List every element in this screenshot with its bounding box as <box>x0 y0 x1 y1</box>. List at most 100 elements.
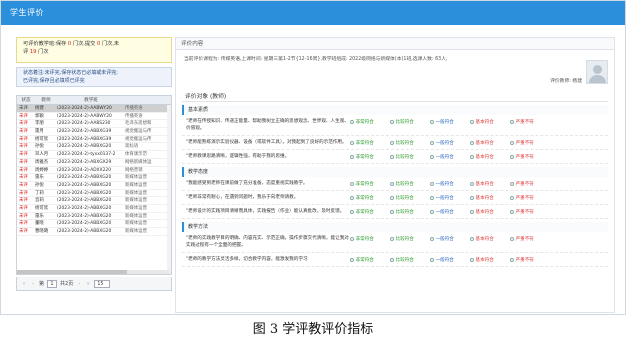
table-row[interactable]: 未评 雷月 (2023-2024-2)-ABBXG39 视觉搬运与传 <box>17 128 171 136</box>
table-row[interactable]: 未评 邓人月 (2023-2024-2)-tyxx0137-2 体育课示范 <box>17 151 171 159</box>
option-fairly-consistent[interactable]: 比较符合 <box>390 154 430 160</box>
radio-button[interactable] <box>390 182 394 186</box>
table-row[interactable]: 未评 周雅杰 (2023-2024-2)-ABXGX29 网络新媒体运 <box>17 159 171 167</box>
option-seriously-inconsistent[interactable]: 严重不符 <box>510 181 550 187</box>
option-fairly-consistent[interactable]: 比较符合 <box>390 236 430 242</box>
radio-button[interactable] <box>350 258 354 262</box>
option-seriously-inconsistent[interactable]: 严重不符 <box>510 119 550 125</box>
option-seriously-inconsistent[interactable]: 严重不符 <box>510 209 550 215</box>
radio-button[interactable] <box>390 155 394 159</box>
option-fairly-consistent[interactable]: 比较符合 <box>390 195 430 201</box>
radio-button[interactable] <box>350 196 354 200</box>
option-generally-consistent[interactable]: 一般符合 <box>430 257 470 263</box>
radio-button[interactable] <box>470 120 474 124</box>
table-row[interactable]: 未评 曹晓璐 (2023-2024-2)-ABBXG20 新媒体运营 <box>17 228 171 236</box>
option-generally-consistent[interactable]: 一般符合 <box>430 154 470 160</box>
radio-button[interactable] <box>430 258 434 262</box>
radio-button[interactable] <box>470 196 474 200</box>
table-row[interactable]: 未评 丁莉 (2023-2024-2)-ABBXG20 新媒体运营 <box>17 190 171 198</box>
option-generally-consistent[interactable]: 一般符合 <box>430 195 470 201</box>
column-header-teacher[interactable]: 教师 <box>35 96 57 104</box>
option-basically-consistent[interactable]: 基本符合 <box>470 236 510 242</box>
option-fairly-consistent[interactable]: 比较符合 <box>390 257 430 263</box>
radio-button[interactable] <box>430 120 434 124</box>
option-basically-consistent[interactable]: 基本符合 <box>470 154 510 160</box>
radio-button[interactable] <box>430 182 434 186</box>
radio-button[interactable] <box>510 141 514 145</box>
radio-button[interactable] <box>430 155 434 159</box>
radio-button[interactable] <box>350 155 354 159</box>
radio-button[interactable] <box>390 120 394 124</box>
option-basically-consistent[interactable]: 基本符合 <box>470 181 510 187</box>
option-generally-consistent[interactable]: 一般符合 <box>430 236 470 242</box>
radio-button[interactable] <box>390 258 394 262</box>
radio-button[interactable] <box>510 237 514 241</box>
option-basically-consistent[interactable]: 基本符合 <box>470 140 510 146</box>
option-very-consistent[interactable]: 非常符合 <box>350 257 390 263</box>
vertical-scrollbar[interactable] <box>167 105 171 274</box>
option-generally-consistent[interactable]: 一般符合 <box>430 209 470 215</box>
radio-button[interactable] <box>470 237 474 241</box>
radio-button[interactable] <box>390 141 394 145</box>
option-generally-consistent[interactable]: 一般符合 <box>430 181 470 187</box>
option-seriously-inconsistent[interactable]: 严重不符 <box>510 236 550 242</box>
option-basically-consistent[interactable]: 基本符合 <box>470 209 510 215</box>
radio-button[interactable] <box>350 210 354 214</box>
radio-button[interactable] <box>390 237 394 241</box>
table-row[interactable]: 未评 雷乐 (2023-2024-2)-ABBXG20 新媒体运营 <box>17 174 171 182</box>
radio-button[interactable] <box>430 237 434 241</box>
table-row[interactable]: 未评 杨建 (2023-2024-2)-AABWY20 传播英语 <box>17 105 171 113</box>
radio-button[interactable] <box>510 182 514 186</box>
option-fairly-consistent[interactable]: 比较符合 <box>390 119 430 125</box>
column-header-course[interactable] <box>125 96 171 104</box>
radio-button[interactable] <box>350 141 354 145</box>
option-very-consistent[interactable]: 非常符合 <box>350 209 390 215</box>
option-very-consistent[interactable]: 非常符合 <box>350 140 390 146</box>
column-header-status[interactable]: 状态 <box>17 96 35 104</box>
option-fairly-consistent[interactable]: 比较符合 <box>390 209 430 215</box>
option-very-consistent[interactable]: 非常符合 <box>350 154 390 160</box>
table-row[interactable]: 未评 杨可欣 (2023-2024-2)-ABBXG39 视觉搬运与传 <box>17 136 171 144</box>
page-size-select[interactable]: 15 <box>94 279 111 288</box>
page-number-input[interactable]: 1 <box>47 279 58 288</box>
table-row[interactable]: 未评 孙悦 (2023-2024-2)-ABBXG20 新媒体运营 <box>17 182 171 190</box>
radio-button[interactable] <box>350 120 354 124</box>
radio-button[interactable] <box>510 120 514 124</box>
option-generally-consistent[interactable]: 一般符合 <box>430 140 470 146</box>
option-fairly-consistent[interactable]: 比较符合 <box>390 181 430 187</box>
last-page-button[interactable]: » <box>85 277 91 291</box>
table-row[interactable]: 未评 雷乐 (2023-2024-2)-ABBXG20 新媒体运营 <box>17 213 171 221</box>
table-row[interactable]: 未评 音莉 (2023-2024-2)-ABBXG20 新媒体运营 <box>17 197 171 205</box>
option-fairly-consistent[interactable]: 比较符合 <box>390 140 430 146</box>
radio-button[interactable] <box>430 141 434 145</box>
radio-button[interactable] <box>430 210 434 214</box>
radio-button[interactable] <box>510 155 514 159</box>
next-page-button[interactable]: › <box>76 277 82 291</box>
option-very-consistent[interactable]: 非常符合 <box>350 195 390 201</box>
scrollbar-thumb[interactable] <box>17 270 127 274</box>
radio-button[interactable] <box>390 196 394 200</box>
option-very-consistent[interactable]: 非常符合 <box>350 181 390 187</box>
option-very-consistent[interactable]: 非常符合 <box>350 236 390 242</box>
option-basically-consistent[interactable]: 基本符合 <box>470 195 510 201</box>
table-row[interactable]: 未评 郭颖 (2023-2024-2)-AABWY20 传播英语 <box>17 113 171 121</box>
radio-button[interactable] <box>470 182 474 186</box>
radio-button[interactable] <box>510 196 514 200</box>
radio-button[interactable] <box>470 155 474 159</box>
first-page-button[interactable]: « <box>21 277 27 291</box>
radio-button[interactable] <box>470 141 474 145</box>
option-seriously-inconsistent[interactable]: 严重不符 <box>510 154 550 160</box>
option-basically-consistent[interactable]: 基本符合 <box>470 257 510 263</box>
column-header-class[interactable]: 教学班 <box>57 96 125 104</box>
table-row[interactable]: 未评 李朋 (2023-2024-2)-AABS230 毛泽东思想和 <box>17 120 171 129</box>
table-row[interactable]: 未评 孙悦 (2023-2024-2)-ABBXG20 现标语 <box>17 143 171 152</box>
radio-button[interactable] <box>470 258 474 262</box>
table-row[interactable]: 未评 杨可欣 (2023-2024-2)-ABBXG20 新媒体运营 <box>17 205 171 213</box>
radio-button[interactable] <box>390 210 394 214</box>
table-row[interactable]: 未评 董晓 (2023-2024-2)-ABBXG20 新媒体运营 <box>17 220 171 228</box>
option-basically-consistent[interactable]: 基本符合 <box>470 119 510 125</box>
option-seriously-inconsistent[interactable]: 严重不符 <box>510 140 550 146</box>
radio-button[interactable] <box>350 182 354 186</box>
horizontal-scrollbar[interactable] <box>17 270 169 274</box>
radio-button[interactable] <box>470 210 474 214</box>
